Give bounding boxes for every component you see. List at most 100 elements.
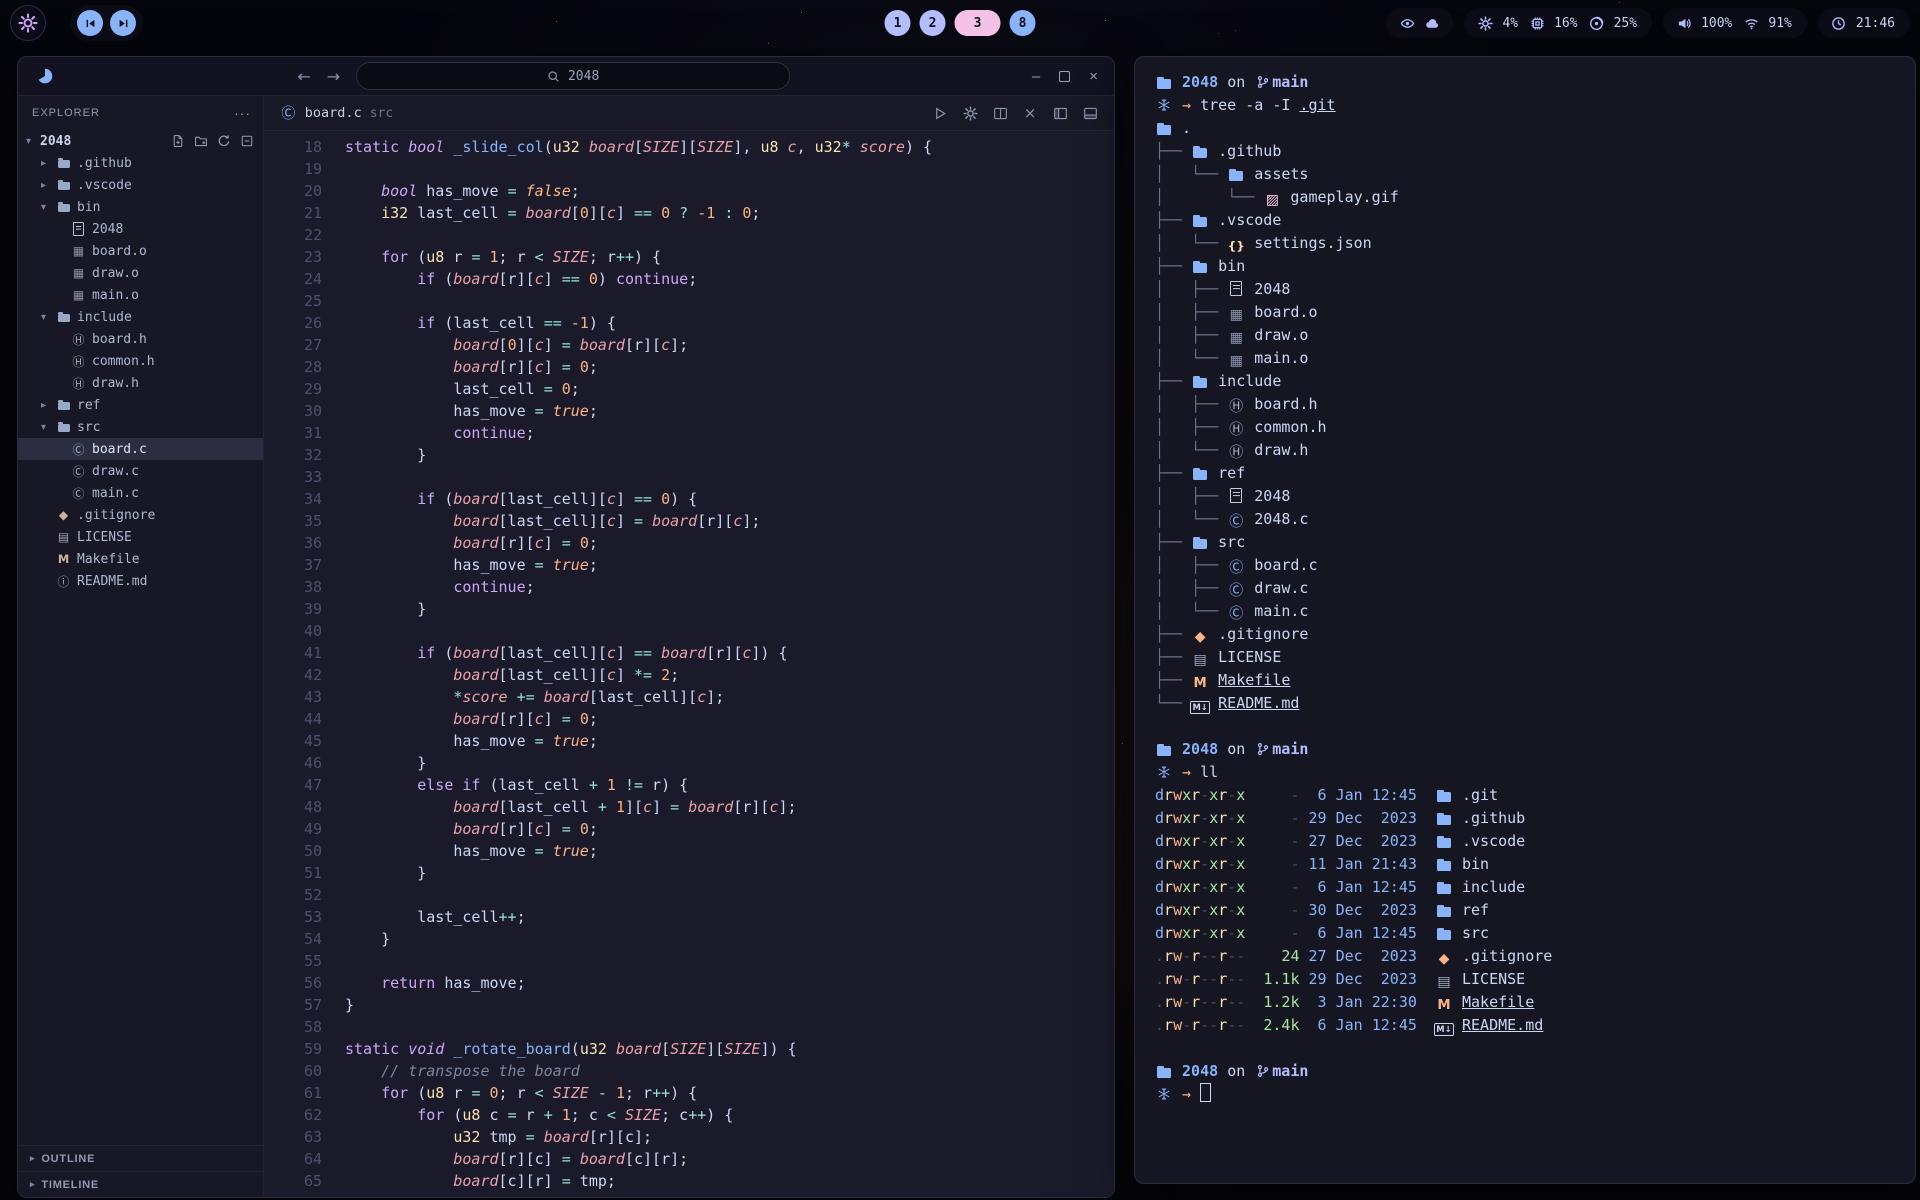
module-clock[interactable]: 21:46 [1818, 8, 1910, 38]
explorer-item-main.c[interactable]: Ⓒmain.c [18, 482, 263, 504]
code-line-57[interactable]: 57} [264, 994, 1114, 1016]
code-line-27[interactable]: 27 board[0][c] = board[r][c]; [264, 334, 1114, 356]
explorer-item-board.c[interactable]: Ⓒboard.c [18, 438, 263, 460]
run-icon[interactable] [932, 106, 948, 121]
explorer-menu-button[interactable]: ··· [234, 105, 251, 121]
refresh-icon[interactable] [216, 134, 231, 148]
code-line-44[interactable]: 44 board[r][c] = 0; [264, 708, 1114, 730]
explorer-item-LICENSE[interactable]: ▤LICENSE [18, 526, 263, 548]
explorer-item-draw.o[interactable]: ▦draw.o [18, 262, 263, 284]
code-line-29[interactable]: 29 last_cell = 0; [264, 378, 1114, 400]
module-weather[interactable] [1386, 8, 1453, 38]
explorer-item-board.h[interactable]: Ⓗboard.h [18, 328, 263, 350]
code-line-65[interactable]: 65 board[c][r] = tmp; [264, 1170, 1114, 1192]
minimize-button[interactable]: – [1032, 69, 1040, 84]
code-line-63[interactable]: 63 u32 tmp = board[r][c]; [264, 1126, 1114, 1148]
code-line-26[interactable]: 26 if (last_cell == -1) { [264, 312, 1114, 334]
code-line-37[interactable]: 37 has_move = true; [264, 554, 1114, 576]
code-line-45[interactable]: 45 has_move = true; [264, 730, 1114, 752]
explorer-item-.vscode[interactable]: ▸.vscode [18, 174, 263, 196]
outline-panel-header[interactable]: ▸ OUTLINE [18, 1146, 263, 1171]
code-line-28[interactable]: 28 board[r][c] = 0; [264, 356, 1114, 378]
code-line-50[interactable]: 50 has_move = true; [264, 840, 1114, 862]
terminal-window[interactable]: 2048 on main → tree -a -I .git .├── .git… [1134, 56, 1916, 1184]
maximize-button[interactable] [1059, 71, 1070, 82]
code-line-21[interactable]: 21 i32 last_cell = board[0][c] == 0 ? -1… [264, 202, 1114, 224]
code-line-48[interactable]: 48 board[last_cell + 1][c] = board[r][c]… [264, 796, 1114, 818]
code-line-36[interactable]: 36 board[r][c] = 0; [264, 532, 1114, 554]
split-icon[interactable] [992, 106, 1008, 121]
project-search-input[interactable]: 2048 [356, 62, 790, 90]
explorer-item-src[interactable]: ▾src [18, 416, 263, 438]
code-line-62[interactable]: 62 for (u8 c = r + 1; c < SIZE; c++) { [264, 1104, 1114, 1126]
module-system[interactable]: 4%16%25% [1464, 8, 1652, 38]
explorer-item-bin[interactable]: ▾bin [18, 196, 263, 218]
close-button[interactable]: × [1089, 69, 1098, 84]
skip-forward-button[interactable] [110, 10, 136, 36]
code-line-41[interactable]: 41 if (board[last_cell][c] == board[r][c… [264, 642, 1114, 664]
code-line-40[interactable]: 40 [264, 620, 1114, 642]
code-line-56[interactable]: 56 return has_move; [264, 972, 1114, 994]
explorer-item-draw.h[interactable]: Ⓗdraw.h [18, 372, 263, 394]
explorer-project-row[interactable]: ▾2048 [18, 130, 263, 152]
explorer-item-Makefile[interactable]: MMakefile [18, 548, 263, 570]
explorer-item-.github[interactable]: ▸.github [18, 152, 263, 174]
code-line-39[interactable]: 39 } [264, 598, 1114, 620]
code-line-34[interactable]: 34 if (board[last_cell][c] == 0) { [264, 488, 1114, 510]
code-line-55[interactable]: 55 [264, 950, 1114, 972]
code-line-23[interactable]: 23 for (u8 r = 1; r < SIZE; r++) { [264, 246, 1114, 268]
code-line-58[interactable]: 58 [264, 1016, 1114, 1038]
explorer-item-ref[interactable]: ▸ref [18, 394, 263, 416]
collapse-all-icon[interactable] [239, 134, 254, 148]
close-x-icon[interactable]: × [1022, 104, 1038, 122]
code-line-64[interactable]: 64 board[r][c] = board[c][r]; [264, 1148, 1114, 1170]
code-line-53[interactable]: 53 last_cell++; [264, 906, 1114, 928]
code-line-51[interactable]: 51 } [264, 862, 1114, 884]
workspace-1[interactable]: 1 [885, 10, 911, 36]
code-line-20[interactable]: 20 bool has_move = false; [264, 180, 1114, 202]
code-line-52[interactable]: 52 [264, 884, 1114, 906]
nav-forward-button[interactable]: → [327, 67, 340, 86]
code-line-60[interactable]: 60 // transpose the board [264, 1060, 1114, 1082]
code-editor[interactable]: 18static bool _slide_col(u32 board[SIZE]… [264, 131, 1114, 1197]
explorer-item-main.o[interactable]: ▦main.o [18, 284, 263, 306]
code-line-49[interactable]: 49 board[r][c] = 0; [264, 818, 1114, 840]
code-line-46[interactable]: 46 } [264, 752, 1114, 774]
workspace-3[interactable]: 3 [955, 10, 1001, 36]
explorer-item-README.md[interactable]: ⓘREADME.md [18, 570, 263, 592]
code-line-19[interactable]: 19 [264, 158, 1114, 180]
code-line-61[interactable]: 61 for (u8 r = 0; r < SIZE - 1; r++) { [264, 1082, 1114, 1104]
workspace-2[interactable]: 2 [920, 10, 946, 36]
launcher-button[interactable] [10, 5, 46, 41]
code-line-59[interactable]: 59static void _rotate_board(u32 board[SI… [264, 1038, 1114, 1060]
code-line-24[interactable]: 24 if (board[r][c] == 0) continue; [264, 268, 1114, 290]
code-line-32[interactable]: 32 } [264, 444, 1114, 466]
explorer-item-common.h[interactable]: Ⓗcommon.h [18, 350, 263, 372]
code-line-35[interactable]: 35 board[last_cell][c] = board[r][c]; [264, 510, 1114, 532]
explorer-item-.gitignore[interactable]: ◆.gitignore [18, 504, 263, 526]
workspace-8[interactable]: 8 [1010, 10, 1036, 36]
code-line-31[interactable]: 31 continue; [264, 422, 1114, 444]
new-file-icon[interactable] [170, 134, 185, 148]
code-line-38[interactable]: 38 continue; [264, 576, 1114, 598]
code-line-25[interactable]: 25 [264, 290, 1114, 312]
breadcrumb[interactable]: Ⓒ board.c src [280, 103, 393, 123]
skip-back-button[interactable] [77, 10, 103, 36]
panel-left-icon[interactable] [1052, 106, 1068, 121]
explorer-item-2048[interactable]: 2048 [18, 218, 263, 240]
code-line-43[interactable]: 43 *score += board[last_cell][c]; [264, 686, 1114, 708]
new-folder-icon[interactable] [193, 134, 208, 148]
code-line-47[interactable]: 47 else if (last_cell + 1 != r) { [264, 774, 1114, 796]
code-line-54[interactable]: 54 } [264, 928, 1114, 950]
code-line-33[interactable]: 33 [264, 466, 1114, 488]
code-line-22[interactable]: 22 [264, 224, 1114, 246]
explorer-item-board.o[interactable]: ▦board.o [18, 240, 263, 262]
explorer-item-draw.c[interactable]: Ⓒdraw.c [18, 460, 263, 482]
code-line-30[interactable]: 30 has_move = true; [264, 400, 1114, 422]
panel-bottom-icon[interactable] [1082, 106, 1098, 121]
module-audio-network[interactable]: 100%91% [1663, 8, 1807, 38]
gear-icon[interactable] [962, 106, 978, 121]
nav-back-button[interactable]: ← [297, 67, 310, 86]
timeline-panel-header[interactable]: ▸ TIMELINE [18, 1171, 263, 1197]
explorer-item-include[interactable]: ▾include [18, 306, 263, 328]
